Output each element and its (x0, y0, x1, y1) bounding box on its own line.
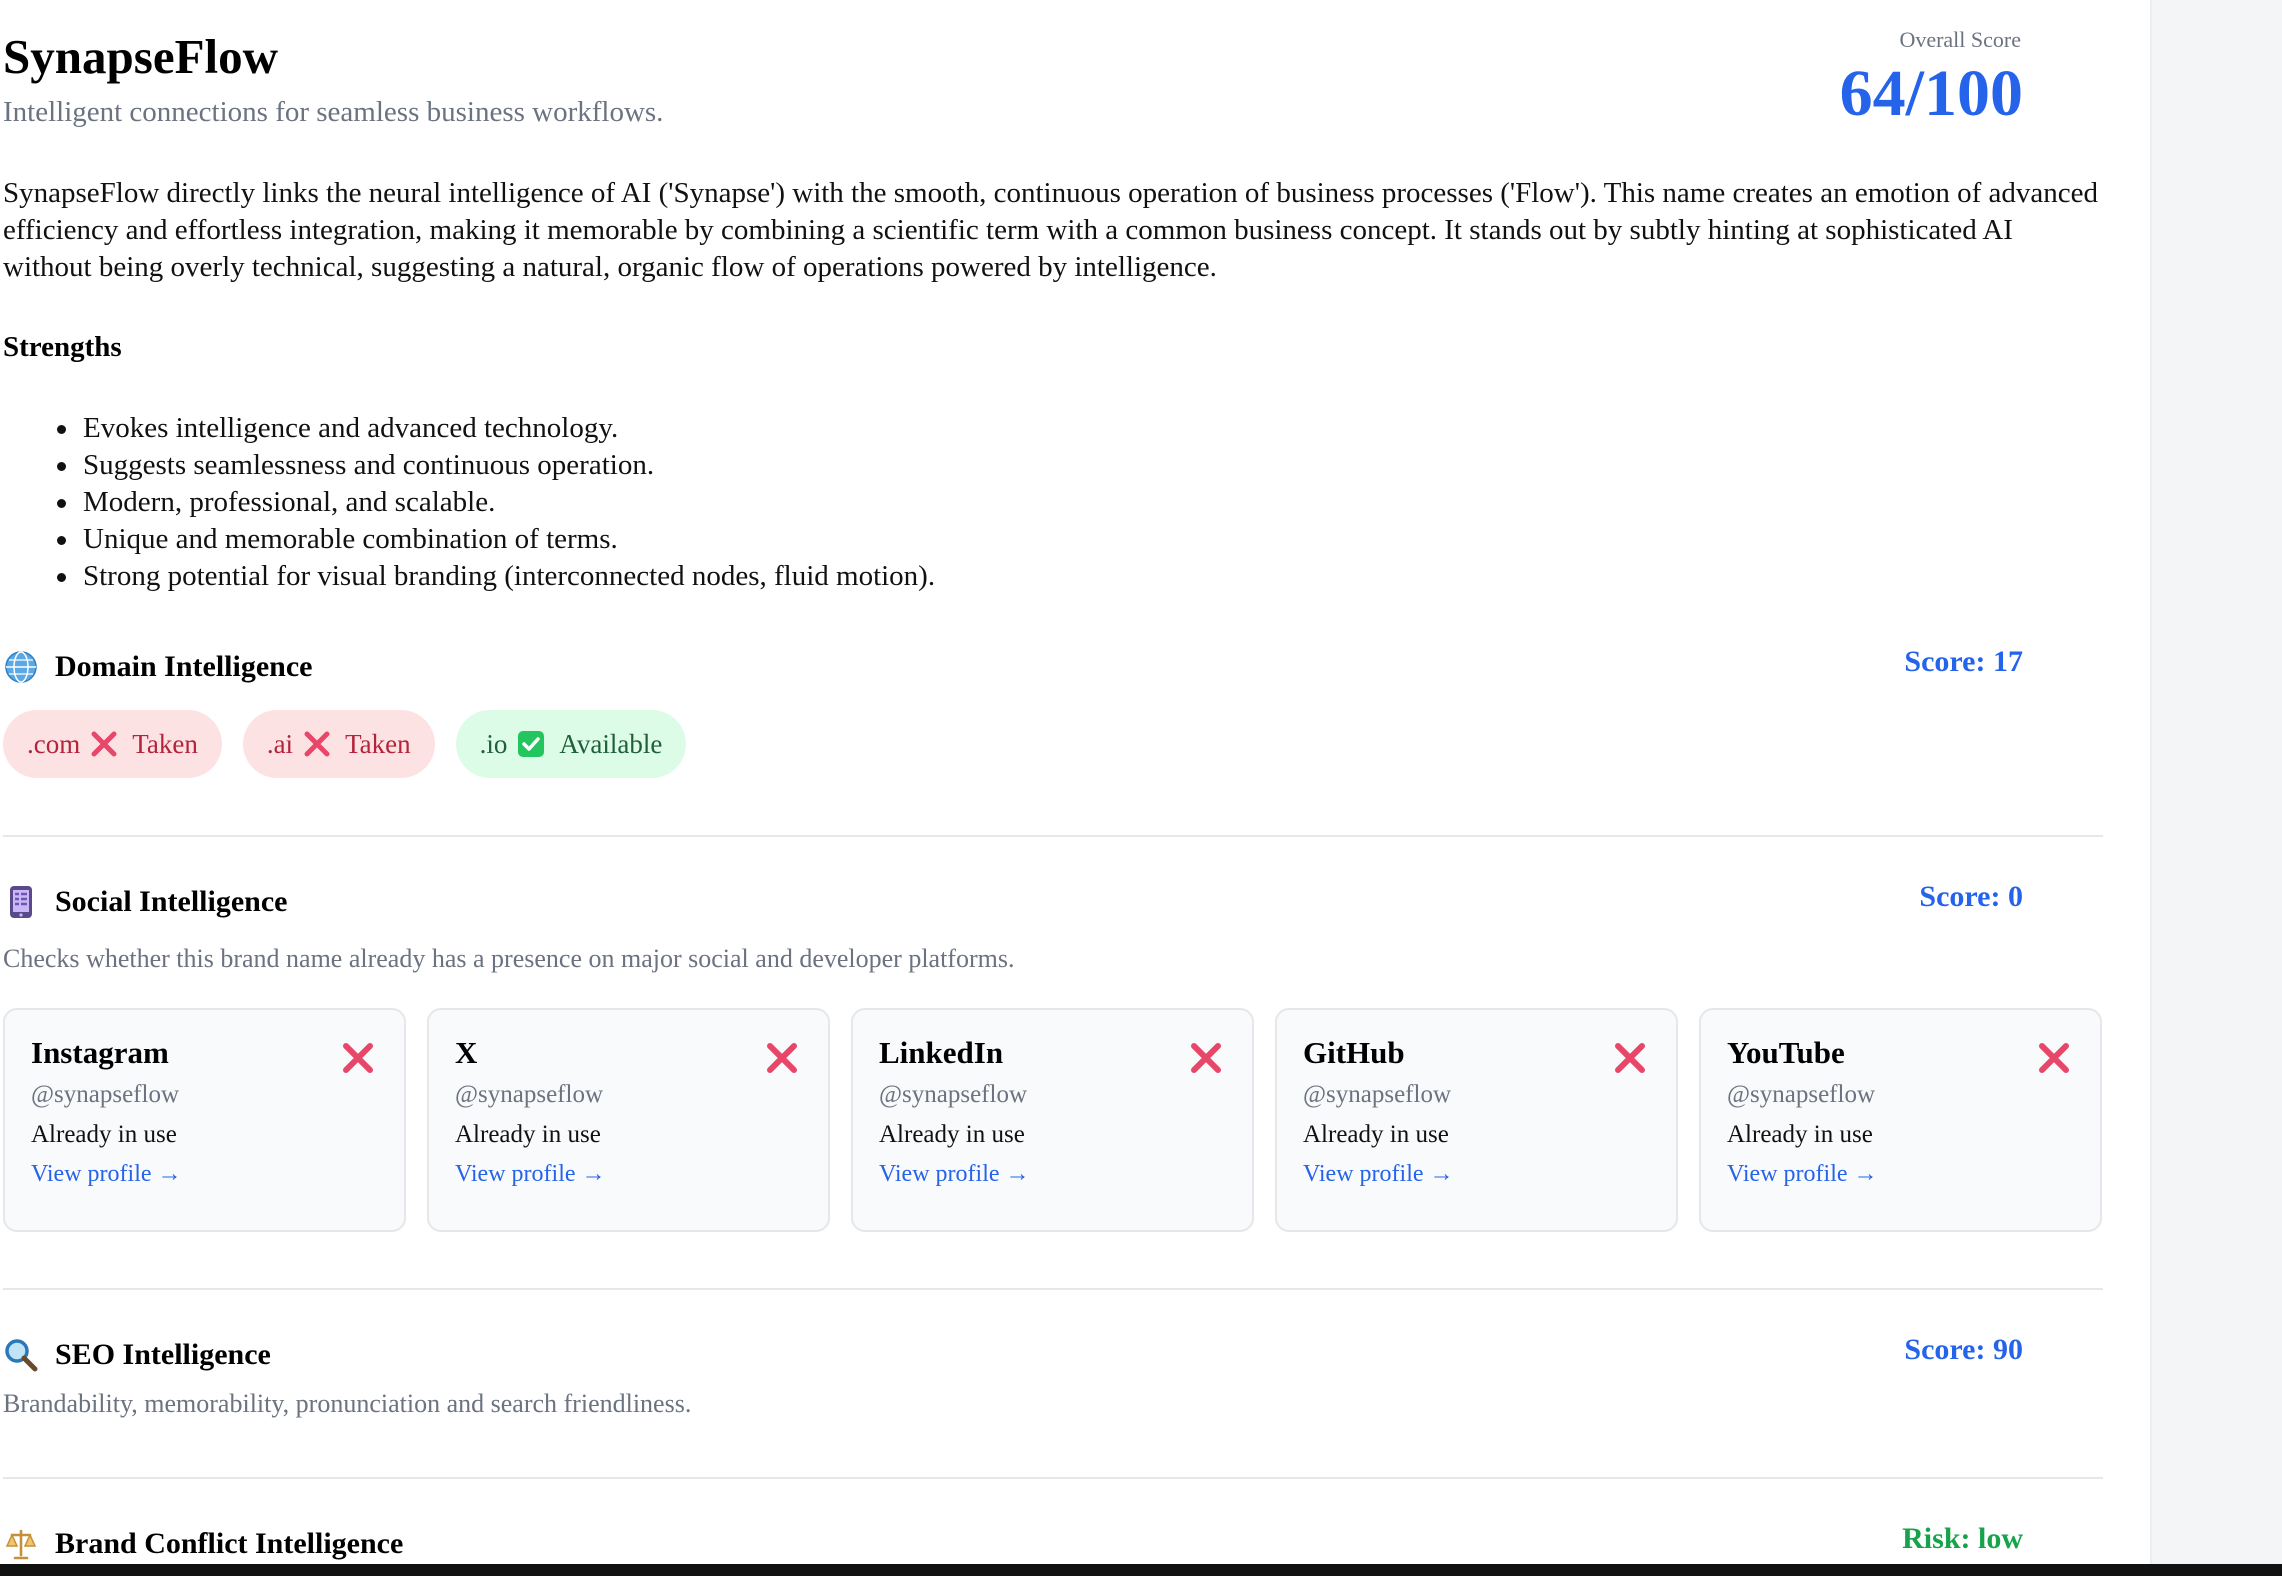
domain-pill-ai: .ai Taken (242, 710, 435, 778)
brand-description: SynapseFlow directly links the neural in… (3, 177, 2099, 283)
cross-mark-icon (2036, 1040, 2072, 1076)
overall-score-value: 64/100 (1839, 57, 2023, 130)
social-description: Checks whether this brand name already h… (3, 944, 1015, 973)
view-profile-link[interactable]: View profile → (879, 1161, 1252, 1188)
section-divider (3, 835, 2103, 837)
social-card-linkedin: LinkedIn @synapseflow Already in use Vie… (851, 1008, 1254, 1232)
view-profile-link[interactable]: View profile → (31, 1161, 404, 1188)
strengths-list: Evokes intelligence and advanced technol… (0, 410, 935, 595)
cross-mark-icon (1612, 1040, 1648, 1076)
section-divider (3, 1477, 2103, 1479)
globe-icon (3, 649, 39, 685)
bottom-bar (0, 1564, 2282, 1576)
strength-item: Suggests seamlessness and continuous ope… (56, 447, 935, 484)
social-section-header: Social Intelligence (3, 880, 2103, 924)
section-divider (3, 1288, 2103, 1290)
cross-mark-icon (303, 730, 331, 758)
seo-description: Brandability, memorability, pronunciatio… (3, 1389, 692, 1418)
platform-handle: @synapseflow (1303, 1081, 1451, 1109)
strength-item: Modern, professional, and scalable. (56, 484, 935, 521)
platform-status: Already in use (455, 1121, 601, 1149)
social-card-github: GitHub @synapseflow Already in use View … (1275, 1008, 1678, 1232)
domain-status: Taken (345, 728, 411, 759)
domain-status: Available (559, 728, 663, 759)
brand-conflict-risk: Risk: low (1902, 1522, 2023, 1555)
view-profile-link[interactable]: View profile → (1303, 1161, 1676, 1188)
social-section-title: Social Intelligence (55, 885, 288, 918)
social-score: Score: 0 (1919, 880, 2023, 913)
check-box-icon (517, 730, 545, 758)
domain-tld: .ai (266, 728, 294, 759)
view-profile-link[interactable]: View profile → (455, 1161, 828, 1188)
report-page: SynapseFlow Intelligent connections for … (0, 0, 2150, 1564)
social-card-x: X @synapseflow Already in use View profi… (427, 1008, 830, 1232)
platform-handle: @synapseflow (1727, 1081, 1875, 1109)
social-card-youtube: YouTube @synapseflow Already in use View… (1699, 1008, 2102, 1232)
domain-tld: .com (27, 728, 81, 759)
strength-item: Evokes intelligence and advanced technol… (56, 410, 935, 447)
domain-tld: .io (479, 728, 508, 759)
strength-item: Unique and memorable combination of term… (56, 521, 935, 558)
social-cards: Instagram @synapseflow Already in use Vi… (3, 1008, 2102, 1232)
platform-status: Already in use (1303, 1121, 1449, 1149)
view-profile-link[interactable]: View profile → (1727, 1161, 2100, 1188)
brand-name: SynapseFlow (3, 29, 279, 84)
right-gutter (2150, 0, 2282, 1564)
overall-score-label: Overall Score (1899, 27, 2021, 52)
seo-section-header: SEO Intelligence (3, 1333, 2103, 1377)
domain-score: Score: 17 (1904, 645, 2023, 678)
social-card-instagram: Instagram @synapseflow Already in use Vi… (3, 1008, 406, 1232)
cross-mark-icon (90, 730, 118, 758)
seo-score: Score: 90 (1904, 1333, 2023, 1366)
strength-item: Strong potential for visual branding (in… (56, 558, 935, 595)
platform-handle: @synapseflow (879, 1081, 1027, 1109)
magnifier-icon (3, 1337, 39, 1373)
brand-conflict-section-title: Brand Conflict Intelligence (55, 1527, 404, 1560)
mobile-phone-icon (3, 884, 39, 920)
brand-tagline: Intelligent connections for seamless bus… (3, 96, 664, 128)
cross-mark-icon (1188, 1040, 1224, 1076)
scales-icon (3, 1526, 39, 1562)
seo-section-title: SEO Intelligence (55, 1338, 271, 1371)
cross-mark-icon (340, 1040, 376, 1076)
domain-status: Taken (132, 728, 198, 759)
domain-pill-com: .com Taken (3, 710, 222, 778)
brand-conflict-section-header: Brand Conflict Intelligence (3, 1522, 2103, 1566)
domain-section-title: Domain Intelligence (55, 650, 313, 683)
platform-handle: @synapseflow (31, 1081, 179, 1109)
cross-mark-icon (764, 1040, 800, 1076)
domain-pills: .com Taken .ai Taken .io Available (3, 710, 687, 778)
strengths-heading: Strengths (3, 331, 122, 363)
platform-status: Already in use (1727, 1121, 1873, 1149)
domain-section-header: Domain Intelligence (3, 645, 2103, 689)
platform-handle: @synapseflow (455, 1081, 603, 1109)
platform-status: Already in use (879, 1121, 1025, 1149)
domain-pill-io: .io Available (455, 710, 687, 778)
platform-status: Already in use (31, 1121, 177, 1149)
